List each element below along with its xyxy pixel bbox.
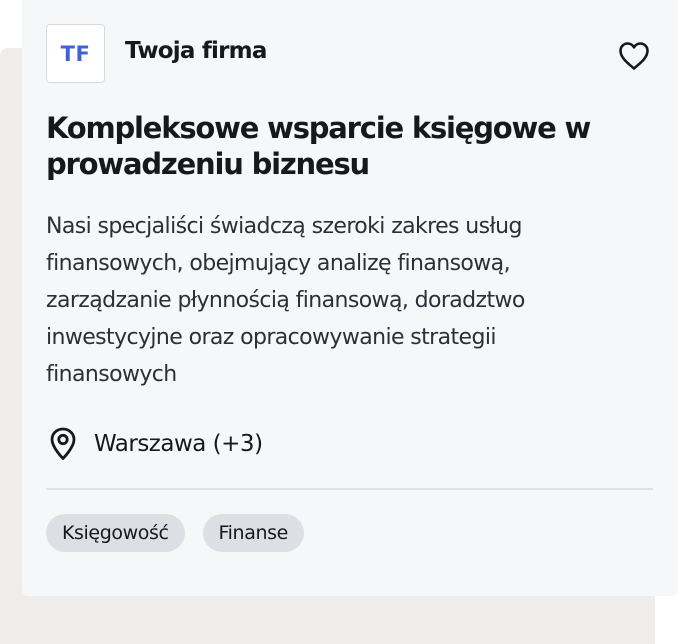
offer-title[interactable]: Kompleksowe wsparcie księgowe w prowadze… [46, 110, 606, 182]
company-logo: TF [46, 24, 105, 83]
offer-location: Warszawa (+3) [48, 424, 263, 464]
company-logo-initials: TF [60, 41, 91, 66]
tag-ksiegowosc[interactable]: Księgowość [46, 514, 185, 552]
location-text: Warszawa (+3) [94, 431, 263, 457]
tag-list: Księgowość Finanse [46, 514, 304, 552]
heart-outline-icon [619, 42, 649, 70]
company-name[interactable]: Twoja firma [125, 38, 267, 64]
map-pin-icon [50, 427, 76, 460]
tag-finanse[interactable]: Finanse [202, 514, 304, 552]
offer-card[interactable]: TF Twoja firma Kompleksowe wsparcie księ… [22, 0, 678, 596]
divider [46, 488, 653, 490]
offer-description: Nasi specjaliści świadczą szeroki zakres… [46, 214, 525, 387]
favorite-button[interactable] [616, 38, 652, 74]
